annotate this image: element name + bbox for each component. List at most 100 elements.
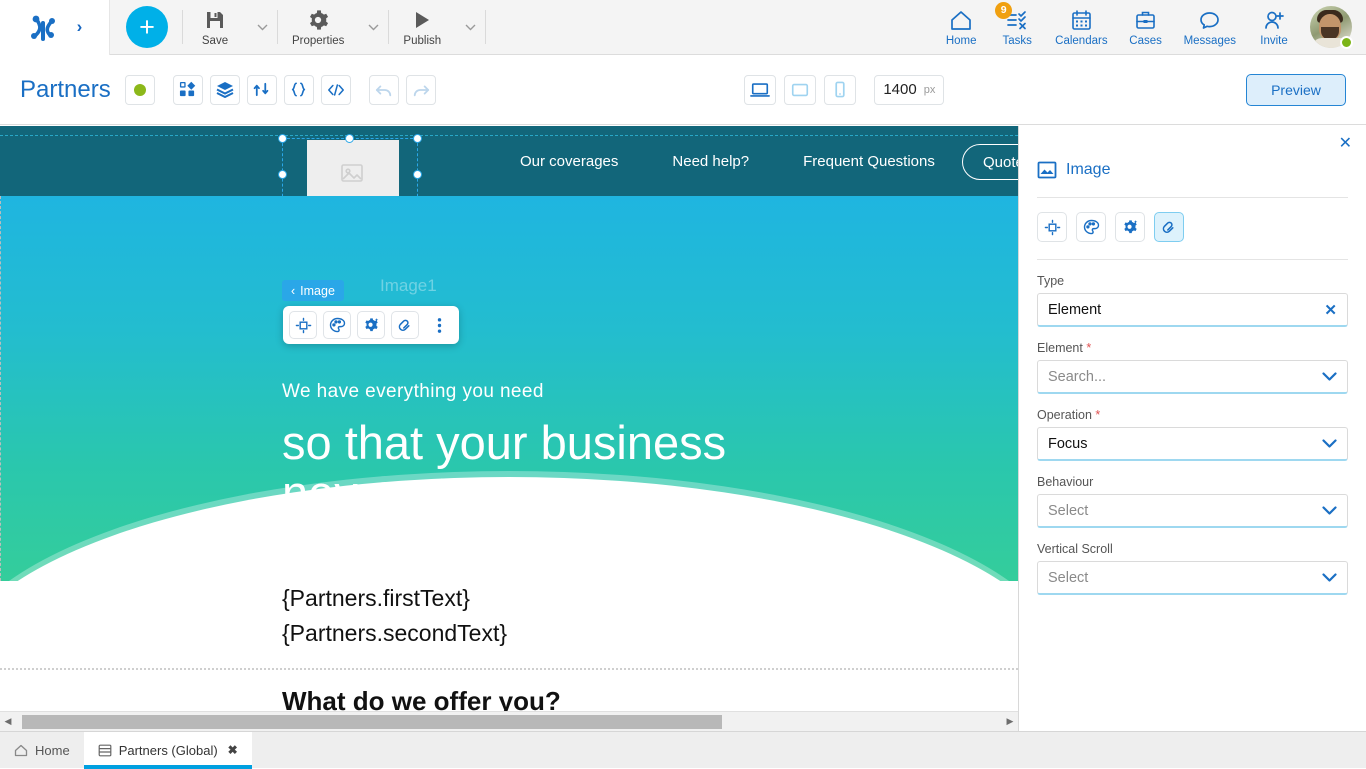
design-canvas[interactable]: Our coverages Need help? Frequent Questi…: [0, 126, 1018, 711]
chevron-down-icon[interactable]: [1322, 506, 1337, 516]
link-icon-button[interactable]: [391, 311, 419, 339]
publish-group: Publish: [389, 0, 485, 55]
content-section: {Partners.firstText} {Partners.secondTex…: [0, 581, 1018, 711]
close-icon[interactable]: ✕: [1339, 136, 1352, 152]
gear-icon: [307, 8, 329, 32]
bottom-tab-home[interactable]: Home: [0, 732, 84, 768]
scroll-right-arrow[interactable]: ▶: [1002, 712, 1018, 732]
properties-dropdown-caret[interactable]: [358, 0, 388, 55]
workflow-icon: [253, 81, 270, 98]
guide-line-left: [0, 196, 1, 581]
panel-header: Image: [1033, 126, 1352, 180]
tablet-view-button[interactable]: [784, 75, 816, 105]
nav-item-messages[interactable]: Messages: [1174, 0, 1246, 55]
bottom-tab-home-label: Home: [35, 743, 70, 758]
undo-button[interactable]: [369, 75, 399, 105]
offer-heading: What do we offer you?: [282, 686, 1018, 711]
components-button[interactable]: [173, 75, 203, 105]
divider: [485, 10, 486, 44]
resize-handle-tc[interactable]: [345, 134, 354, 143]
user-avatar[interactable]: [1310, 6, 1352, 48]
save-label: Save: [202, 35, 228, 47]
more-options-button[interactable]: [425, 311, 453, 339]
redo-button[interactable]: [406, 75, 436, 105]
desktop-view-button[interactable]: [744, 75, 776, 105]
canvas-horizontal-scrollbar[interactable]: ◀ ▶: [0, 711, 1018, 731]
panel-divider-2: [1037, 259, 1348, 260]
canvas-width-input[interactable]: 1400 px: [874, 75, 944, 105]
workflow-button[interactable]: [247, 75, 277, 105]
properties-button[interactable]: Properties: [278, 0, 358, 55]
behaviour-select[interactable]: Select: [1037, 494, 1348, 528]
required-marker: *: [1083, 341, 1091, 355]
panel-tab-settings[interactable]: [1115, 212, 1145, 242]
settings-sparkle-icon-button[interactable]: [357, 311, 385, 339]
scrollbar-track[interactable]: [16, 712, 1002, 732]
save-button[interactable]: Save: [183, 0, 247, 55]
nav-label-invite: Invite: [1260, 35, 1288, 47]
home-outline-icon: [14, 744, 28, 757]
page-status-button[interactable]: [125, 75, 155, 105]
nav-item-tasks[interactable]: 9 Tasks: [989, 0, 1045, 55]
site-nav-link-faq[interactable]: Frequent Questions: [803, 153, 935, 170]
chevron-down-icon[interactable]: [1322, 439, 1337, 449]
layers-button[interactable]: [210, 75, 240, 105]
scroll-left-arrow[interactable]: ◀: [0, 712, 16, 732]
add-button[interactable]: +: [126, 6, 168, 48]
mobile-view-button[interactable]: [824, 75, 856, 105]
selected-element-tag[interactable]: ‹ Image: [282, 280, 344, 301]
element-floating-toolbar: [283, 306, 459, 344]
selected-element-tag-label: Image: [300, 284, 335, 298]
element-placeholder: Search...: [1048, 369, 1106, 385]
resize-handle-tl[interactable]: [278, 134, 287, 143]
palette-icon-button[interactable]: [323, 311, 351, 339]
element-select[interactable]: Search...: [1037, 360, 1348, 394]
resize-handle-mr[interactable]: [413, 170, 422, 179]
braces-button[interactable]: [284, 75, 314, 105]
resize-handle-ml[interactable]: [278, 170, 287, 179]
calendar-icon: [1070, 8, 1093, 32]
bottom-tab-close-icon[interactable]: ✖: [228, 743, 238, 757]
site-nav-cta-button[interactable]: Quote now: [962, 144, 1018, 180]
panel-tab-link[interactable]: [1154, 212, 1184, 242]
field-behaviour: Behaviour Select: [1033, 475, 1352, 528]
publish-button[interactable]: Publish: [389, 0, 455, 55]
braces-icon: [290, 81, 307, 98]
nav-item-cases[interactable]: Cases: [1118, 0, 1174, 55]
behaviour-placeholder: Select: [1048, 503, 1088, 519]
layers-icon: [216, 81, 234, 98]
plus-icon: +: [139, 14, 155, 41]
nav-item-calendars[interactable]: Calendars: [1045, 0, 1117, 55]
save-dropdown-caret[interactable]: [247, 0, 277, 55]
resize-handle-tr[interactable]: [413, 134, 422, 143]
site-nav-link-help[interactable]: Need help?: [672, 153, 749, 170]
code-button[interactable]: [321, 75, 351, 105]
page-title: Partners: [20, 76, 111, 104]
site-nav-link-coverages[interactable]: Our coverages: [520, 153, 618, 170]
mobile-icon: [833, 81, 847, 98]
chevron-right-icon[interactable]: ›: [77, 17, 83, 37]
nav-item-invite[interactable]: Invite: [1246, 0, 1302, 55]
chevron-down-icon[interactable]: [1322, 573, 1337, 583]
move-resize-icon: [295, 317, 312, 334]
move-resize-icon-button[interactable]: [289, 311, 317, 339]
properties-panel: ✕ Image: [1018, 126, 1366, 731]
canvas-width-value: 1400: [883, 81, 916, 98]
panel-tab-style[interactable]: [1076, 212, 1106, 242]
bottom-tab-partners[interactable]: Partners (Global) ✖: [84, 732, 252, 768]
nav-item-home[interactable]: Home: [933, 0, 989, 55]
chevron-down-icon[interactable]: [1322, 372, 1337, 382]
panel-tab-layout[interactable]: [1037, 212, 1067, 242]
page-icon: [98, 744, 112, 757]
operation-select[interactable]: Focus: [1037, 427, 1348, 461]
properties-group: Properties: [278, 0, 388, 55]
clear-type-button[interactable]: ✕: [1324, 301, 1337, 319]
vertical-scroll-select[interactable]: Select: [1037, 561, 1348, 595]
preview-button[interactable]: Preview: [1246, 74, 1346, 106]
preview-label: Preview: [1271, 82, 1321, 98]
publish-dropdown-caret[interactable]: [455, 0, 485, 55]
scrollbar-thumb[interactable]: [22, 715, 722, 729]
app-logo-icon[interactable]: [27, 10, 61, 44]
type-select[interactable]: Element ✕: [1037, 293, 1348, 327]
nav-label-home: Home: [946, 35, 977, 47]
